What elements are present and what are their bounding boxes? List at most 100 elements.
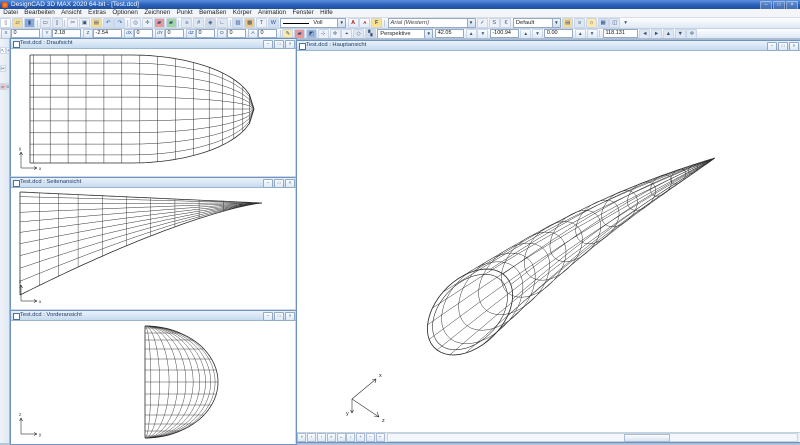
coord-label-d[interactable]: D	[217, 29, 227, 39]
viewport-nav-button-3[interactable]: »	[327, 433, 336, 442]
coord-label-z[interactable]: Z	[83, 29, 93, 39]
word-export-icon[interactable]: W	[268, 18, 279, 28]
viewport-nav-button-0[interactable]: «	[297, 433, 306, 442]
redo-icon[interactable]: ↷	[114, 18, 125, 28]
restore-icon[interactable]: □	[274, 312, 284, 321]
zoom-value[interactable]: 118.131	[603, 29, 638, 38]
grid-icon[interactable]: #	[193, 18, 204, 28]
font-smaller-button[interactable]: A	[359, 18, 370, 28]
spin-up-icon[interactable]: ▴	[575, 29, 586, 39]
layer-list-icon[interactable]: ≡	[181, 18, 192, 28]
tool-trim-icon[interactable]: ✂	[0, 65, 6, 72]
ortho-icon[interactable]: ∟	[217, 18, 228, 28]
minimize-icon[interactable]: –	[767, 42, 777, 51]
viewport-nav-button-5[interactable]: ↕	[346, 433, 355, 442]
coord-input-y[interactable]: 2.18	[52, 29, 81, 38]
close-icon[interactable]: ×	[285, 312, 295, 321]
menu-item-zeichnen[interactable]: Zeichnen	[141, 9, 173, 17]
tool-erase-icon[interactable]: ▱	[0, 83, 6, 90]
coord-input-a[interactable]: 0	[258, 29, 277, 38]
arrow-up-icon[interactable]: ▲	[663, 29, 674, 39]
wireframe-top-view[interactable]: yx	[11, 49, 294, 177]
menu-item-ansicht[interactable]: Ansicht	[58, 9, 85, 17]
open-icon[interactable]: ▱	[12, 18, 23, 28]
wireframe-perspective-view[interactable]: xyz	[297, 51, 798, 432]
menu-item-fenster[interactable]: Fenster	[289, 9, 317, 17]
menu-item-optionen[interactable]: Optionen	[109, 9, 141, 17]
font-color-button[interactable]: F	[371, 18, 382, 28]
coord-label-dz[interactable]: dZ	[186, 29, 196, 39]
minimize-icon[interactable]: –	[263, 40, 273, 49]
viewport-nav-button-8[interactable]: ▪	[376, 433, 385, 442]
chevron-down-icon[interactable]: ▼	[424, 30, 432, 38]
menu-item-bemaßen[interactable]: Bemaßen	[196, 9, 230, 17]
view-param-input-1[interactable]: -100.94	[490, 29, 519, 38]
menu-item-hilfe[interactable]: Hilfe	[317, 9, 336, 17]
menu-item-datei[interactable]: Datei	[0, 9, 21, 17]
new-icon[interactable]: ▯	[0, 18, 11, 28]
coord-input-dy[interactable]: 0	[165, 29, 184, 38]
coord-input-dz[interactable]: 0	[196, 29, 215, 38]
menu-item-bearbeiten[interactable]: Bearbeiten	[21, 9, 58, 17]
diamond-icon[interactable]: ◇	[353, 29, 364, 39]
toolbar-overflow-icon[interactable]: ▾	[621, 19, 630, 27]
point-snap-icon[interactable]: ⊹	[318, 29, 329, 39]
info-box-icon[interactable]: ▤	[562, 18, 573, 28]
menu-item-punkt[interactable]: Punkt	[173, 9, 195, 17]
target-icon[interactable]: ⌖	[341, 29, 352, 39]
material-icon[interactable]: ▦	[598, 18, 609, 28]
viewport-nav-button-2[interactable]: ›	[317, 433, 326, 442]
line-style-combo[interactable]: Voll ▼	[280, 18, 346, 28]
pan-icon[interactable]: ✛	[142, 18, 153, 28]
coord-label-a[interactable]: A	[248, 29, 258, 39]
tool-select-icon[interactable]: ↖	[0, 47, 6, 54]
viewport-main-titlebar[interactable]: Test.dcd : Hauptansicht –□×	[297, 41, 800, 51]
arrow-right-icon[interactable]: ►	[651, 29, 662, 39]
coord-label-x[interactable]: X	[1, 29, 11, 39]
chevron-down-icon[interactable]: ▼	[337, 19, 345, 27]
snap-icon[interactable]: ◈	[205, 18, 216, 28]
viewport-top-titlebar[interactable]: Test.dcd : Draufsicht –□×	[11, 39, 296, 49]
list-icon[interactable]: ≡	[574, 18, 585, 28]
coord-input-x[interactable]: 0	[11, 29, 40, 38]
style-preset-combo[interactable]: Default ▼	[513, 18, 561, 28]
crosshair-icon[interactable]: ✛	[330, 29, 341, 39]
viewport-front-titlebar[interactable]: Test.dcd : Vorderansicht –□×	[11, 311, 296, 321]
coord-input-dx[interactable]: 0	[134, 29, 153, 38]
menu-item-körper[interactable]: Körper	[230, 9, 255, 17]
horizontal-scrollbar[interactable]	[387, 433, 798, 442]
spellcheck-icon[interactable]: ✓	[477, 18, 488, 28]
marker-red-icon[interactable]: ▰	[294, 29, 305, 39]
recenter-icon[interactable]: ✛	[686, 29, 697, 39]
chevron-down-icon[interactable]: ▼	[467, 19, 475, 27]
save-icon[interactable]: ▮	[24, 18, 35, 28]
viewport-side-titlebar[interactable]: Test.dcd : Seitenansicht –□×	[11, 178, 296, 188]
print-preview-icon[interactable]: ▯	[52, 18, 63, 28]
restore-icon[interactable]: □	[274, 179, 284, 188]
style-s-icon[interactable]: S	[489, 18, 500, 28]
minimize-icon[interactable]: –	[263, 179, 273, 188]
view-param-input-0[interactable]: 42.05	[435, 29, 464, 38]
pencil-icon[interactable]: ✎	[282, 29, 293, 39]
chevron-down-icon[interactable]: ▼	[552, 19, 560, 27]
undo-icon[interactable]: ↶	[103, 18, 114, 28]
spin-up-icon[interactable]: ▴	[520, 29, 531, 39]
text-window-icon[interactable]: T	[256, 18, 267, 28]
view-mode-combo[interactable]: Perspektive ▼	[377, 29, 433, 39]
fill-icon[interactable]: ▩	[244, 18, 255, 28]
view-param-input-2[interactable]: 0.00	[544, 29, 573, 38]
paste-icon[interactable]: ▤	[91, 18, 102, 28]
viewport-nav-button-7[interactable]: −	[366, 433, 375, 442]
wireframe-side-view[interactable]: zx	[11, 188, 294, 310]
viewport-nav-button-1[interactable]: ‹	[307, 433, 316, 442]
color-red-icon[interactable]: ▰	[154, 18, 165, 28]
close-icon[interactable]: ×	[789, 42, 799, 51]
coord-label-y[interactable]: Y	[42, 29, 52, 39]
close-icon[interactable]: ×	[285, 179, 295, 188]
restore-icon[interactable]: □	[778, 42, 788, 51]
color-green-icon[interactable]: ▰	[166, 18, 177, 28]
wireframe-front-view[interactable]: zy	[11, 321, 294, 443]
cut-icon[interactable]: ✂	[67, 18, 78, 28]
zoom-field[interactable]: 118.131	[603, 29, 638, 38]
render-icon[interactable]: ◫	[609, 18, 620, 28]
